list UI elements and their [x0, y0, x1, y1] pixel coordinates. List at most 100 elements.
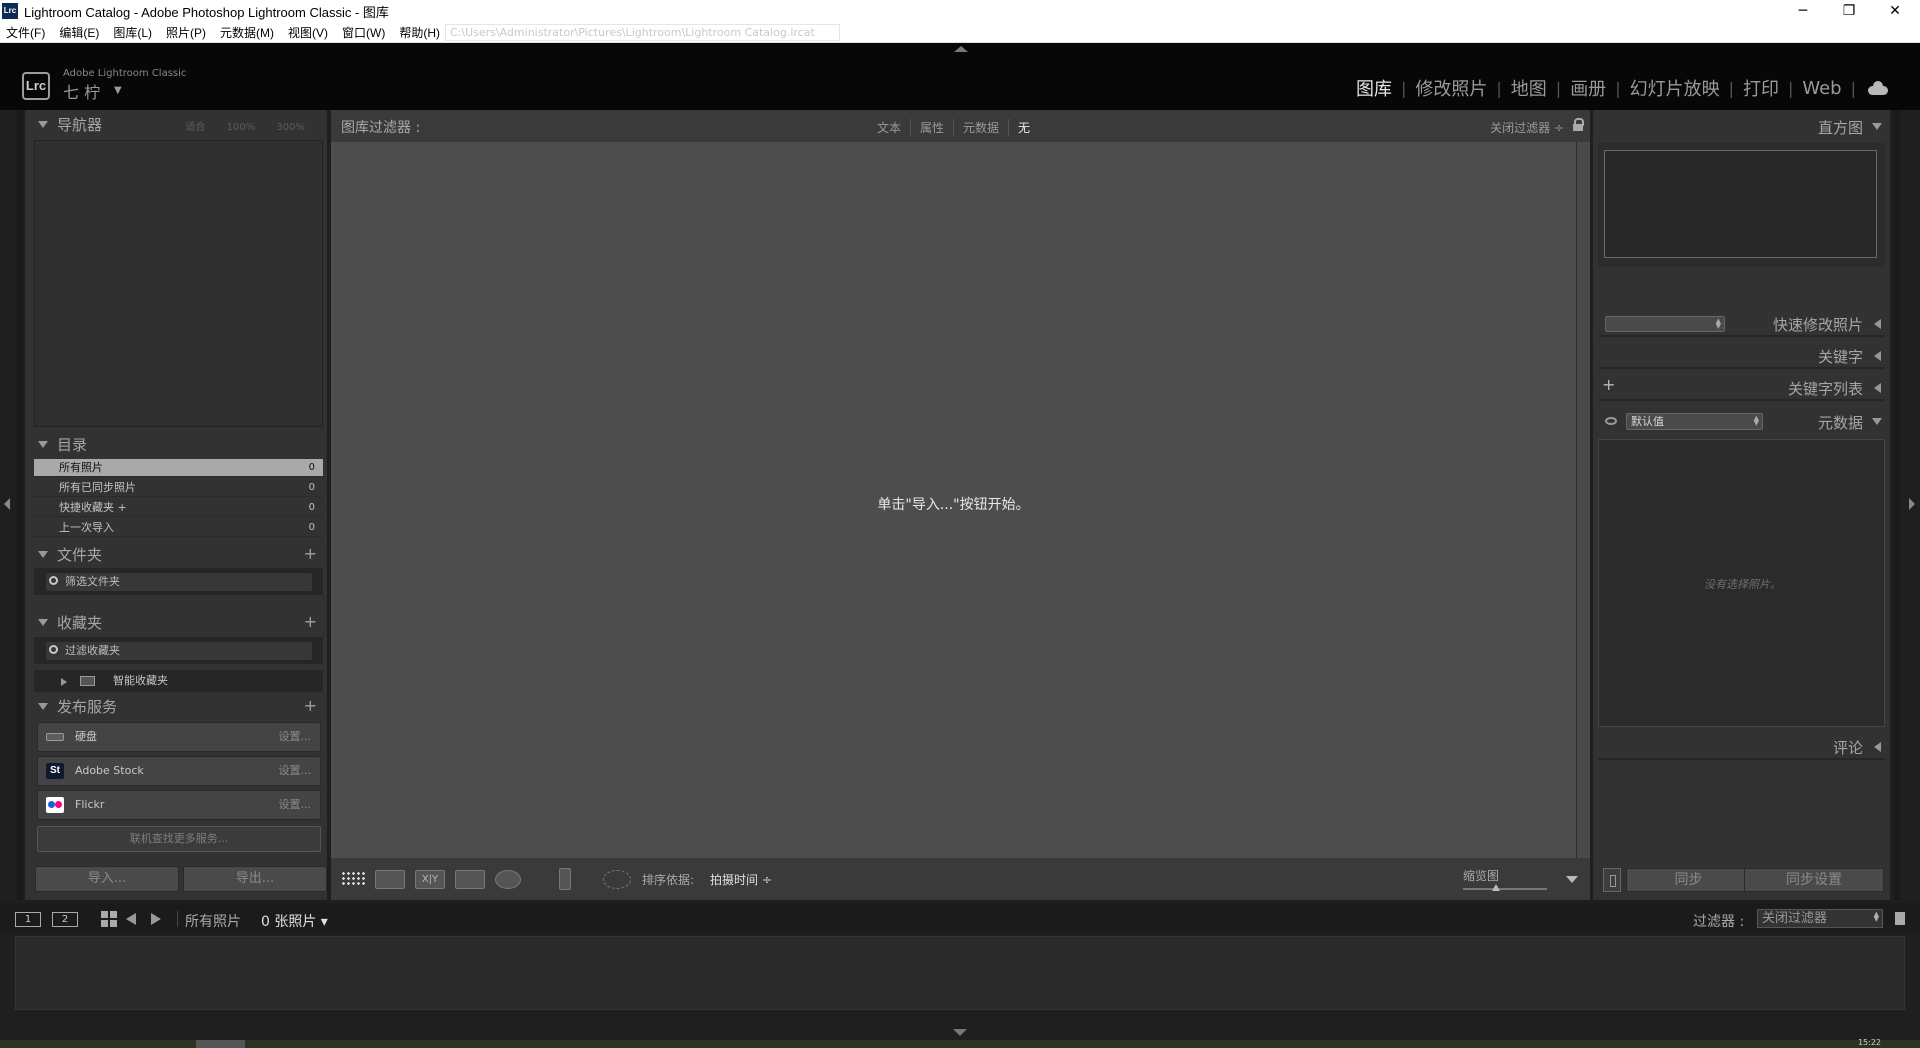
- minimize-button[interactable]: ─: [1780, 0, 1826, 22]
- add-publish-service-icon[interactable]: +: [304, 696, 317, 715]
- menu-edit[interactable]: 编辑(E): [59, 24, 99, 41]
- identity-plate-user[interactable]: 七 柠: [63, 79, 100, 103]
- filter-tab-text[interactable]: 文本: [868, 119, 912, 136]
- filter-preset-select[interactable]: 关闭过滤器 ÷: [1490, 119, 1564, 136]
- quick-develop-preset-select[interactable]: ▲ ▼: [1605, 316, 1725, 332]
- module-map[interactable]: 地图: [1502, 75, 1556, 101]
- publish-services-header[interactable]: 发布服务 +: [25, 694, 327, 718]
- identity-dropdown-icon[interactable]: ▼: [114, 85, 122, 96]
- import-button[interactable]: 导入...: [35, 866, 179, 892]
- folders-filter-input[interactable]: 筛选文件夹: [46, 573, 312, 591]
- expand-triangle-icon: [38, 618, 48, 626]
- collapse-filmstrip-icon[interactable]: [953, 1029, 967, 1036]
- navigator-header[interactable]: 导航器 适合 100% 300%: [25, 112, 327, 136]
- keywording-header[interactable]: 关键字: [1593, 341, 1890, 369]
- cloud-icon[interactable]: [1866, 81, 1890, 95]
- catalog-quick-collection[interactable]: 快捷收藏夹 + 0: [34, 499, 323, 517]
- secondary-window-monitor-button[interactable]: 2: [52, 912, 78, 927]
- filter-tab-metadata[interactable]: 元数据: [954, 119, 1010, 136]
- comments-header[interactable]: 评论: [1593, 732, 1890, 760]
- module-web[interactable]: Web: [1793, 78, 1850, 99]
- collapse-right-panel-icon[interactable]: [1909, 498, 1915, 510]
- catalog-all-photographs[interactable]: 所有照片 0: [34, 459, 323, 477]
- module-develop[interactable]: 修改照片: [1406, 75, 1496, 101]
- navigator-fit[interactable]: 适合: [185, 122, 205, 133]
- publish-setup-link[interactable]: 设置...: [279, 757, 312, 785]
- menu-view[interactable]: 视图(V): [288, 24, 328, 41]
- grid-view[interactable]: 单击"导入..."按钮开始。: [331, 142, 1576, 858]
- survey-view-button[interactable]: [455, 870, 485, 889]
- collapse-top-panel-icon[interactable]: [954, 46, 968, 52]
- filmstrip-photo-count[interactable]: 0 张照片 ▾: [261, 911, 328, 931]
- eye-icon[interactable]: [1605, 417, 1617, 425]
- grid-view-icon[interactable]: [101, 911, 117, 927]
- filter-tab-none[interactable]: 无: [1009, 119, 1039, 136]
- publish-adobe-stock[interactable]: St Adobe Stock 设置...: [37, 756, 321, 786]
- metadata-preset-select[interactable]: 默认值 ▲ ▼: [1626, 413, 1763, 430]
- sort-select[interactable]: 拍摄时间 ÷: [710, 871, 772, 888]
- back-arrow-icon[interactable]: [126, 913, 136, 925]
- module-library[interactable]: 图库: [1347, 75, 1401, 101]
- navigator-100[interactable]: 100%: [227, 122, 256, 133]
- module-print[interactable]: 打印: [1734, 75, 1788, 101]
- slider-knob-icon[interactable]: [1492, 884, 1500, 891]
- menu-file[interactable]: 文件(F): [6, 24, 45, 41]
- collections-filter-input[interactable]: 过滤收藏夹: [46, 642, 312, 660]
- catalog-previous-import[interactable]: 上一次导入 0: [34, 519, 323, 537]
- filmstrip-filter-select[interactable]: 关闭过滤器 ▲ ▼: [1757, 909, 1883, 928]
- add-folder-icon[interactable]: +: [304, 544, 317, 563]
- export-button[interactable]: 导出...: [183, 866, 327, 892]
- menu-help[interactable]: 帮助(H): [399, 24, 440, 41]
- add-collection-icon[interactable]: +: [304, 612, 317, 631]
- thumbnail-size-slider[interactable]: [1463, 888, 1547, 890]
- histogram-header[interactable]: 直方图: [1593, 112, 1890, 140]
- collapse-left-panel-icon[interactable]: [4, 498, 10, 510]
- filmstrip[interactable]: [15, 936, 1905, 1010]
- module-book[interactable]: 画册: [1561, 75, 1615, 101]
- menu-photo[interactable]: 照片(P): [166, 24, 206, 41]
- filmstrip-source[interactable]: 所有照片: [185, 911, 241, 931]
- keyword-list-header[interactable]: + 关键字列表: [1593, 373, 1890, 401]
- publish-setup-link[interactable]: 设置...: [279, 791, 312, 819]
- painter-spray-can-icon[interactable]: [559, 868, 571, 890]
- navigator-300[interactable]: 300%: [276, 122, 305, 133]
- sync-settings-button[interactable]: 同步设置: [1744, 868, 1884, 892]
- forward-arrow-icon[interactable]: [151, 913, 161, 925]
- right-panel-edge[interactable]: [1894, 110, 1900, 900]
- menu-library[interactable]: 图库(L): [113, 24, 152, 41]
- loupe-view-button[interactable]: [375, 870, 405, 889]
- catalog-header[interactable]: 目录: [25, 432, 327, 456]
- smart-collections-set[interactable]: 智能收藏夹: [34, 670, 323, 692]
- compare-view-button[interactable]: X|Y: [415, 870, 445, 889]
- lock-icon[interactable]: [1573, 118, 1584, 132]
- navigator-preview[interactable]: [34, 140, 323, 427]
- collections-header[interactable]: 收藏夹 +: [25, 610, 327, 634]
- taskbar-app-button[interactable]: [196, 1040, 245, 1048]
- sync-button[interactable]: 同步: [1626, 868, 1751, 892]
- publish-setup-link[interactable]: 设置...: [279, 723, 312, 751]
- metadata-header[interactable]: 默认值 ▲ ▼ 元数据: [1593, 407, 1890, 435]
- filter-lock-icon[interactable]: [1895, 912, 1905, 925]
- main-window-monitor-button[interactable]: 1: [15, 912, 41, 927]
- grid-scrollbar[interactable]: [1576, 142, 1590, 858]
- close-button[interactable]: ✕: [1872, 0, 1918, 22]
- add-keyword-icon[interactable]: +: [1602, 375, 1615, 394]
- find-more-services-button[interactable]: 联机查找更多服务...: [37, 826, 321, 852]
- toolbar-options-dropdown-icon[interactable]: [1566, 876, 1578, 883]
- quick-develop-header[interactable]: ▲ ▼ 快速修改照片: [1593, 309, 1890, 337]
- menu-window[interactable]: 窗口(W): [342, 24, 385, 41]
- maximize-button[interactable]: ❐: [1826, 0, 1872, 22]
- publish-flickr[interactable]: Flickr 设置...: [37, 790, 321, 820]
- publish-hard-drive[interactable]: 硬盘 设置...: [37, 722, 321, 752]
- filter-tab-attribute[interactable]: 属性: [911, 119, 955, 136]
- people-view-button[interactable]: [495, 870, 521, 889]
- catalog-all-synced[interactable]: 所有已同步照片 0: [34, 479, 323, 497]
- module-slideshow[interactable]: 幻灯片放映: [1621, 75, 1729, 101]
- left-panel-edge[interactable]: [17, 110, 23, 900]
- grid-view-button[interactable]: [339, 870, 369, 889]
- auto-sync-toggle[interactable]: [1603, 868, 1621, 892]
- menu-metadata[interactable]: 元数据(M): [220, 24, 274, 41]
- disclosure-triangle-icon[interactable]: [61, 678, 67, 686]
- sort-direction-icon[interactable]: [603, 870, 631, 889]
- folders-header[interactable]: 文件夹 +: [25, 542, 327, 566]
